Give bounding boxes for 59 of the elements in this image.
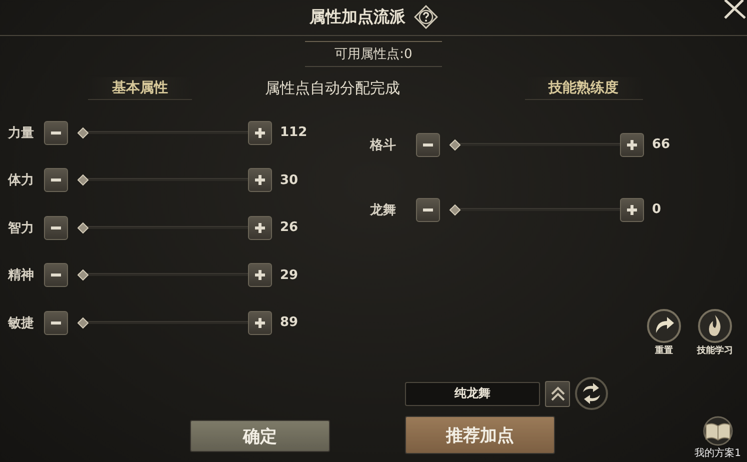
status-message: 属性点自动分配完成 (265, 78, 400, 98)
plus-icon (253, 220, 267, 235)
plus-button[interactable] (248, 216, 272, 240)
plus-icon (253, 126, 267, 140)
book-icon (700, 416, 735, 446)
my-plan-button[interactable]: 我的方案1 (694, 416, 741, 460)
window-title: 属性加点流派 (310, 6, 406, 28)
stat-label: 精神 (8, 267, 35, 284)
plus-button[interactable] (248, 310, 272, 335)
stat-label: 力量 (8, 124, 35, 142)
section-header: 基本属性 (88, 76, 192, 100)
stat-value: 89 (280, 315, 300, 330)
plus-icon (253, 316, 267, 330)
slider-thumb[interactable] (77, 222, 89, 234)
minus-button[interactable] (44, 168, 68, 192)
flame-icon (698, 309, 732, 344)
plus-icon (625, 138, 639, 152)
plus-icon (625, 202, 639, 217)
stat-value: 30 (280, 172, 300, 188)
plus-button[interactable] (248, 263, 272, 288)
help-icon[interactable] (414, 5, 438, 30)
action-button[interactable]: 技能学习 (697, 309, 733, 358)
minus-button[interactable] (44, 120, 68, 145)
stat-label: 龙舞 (370, 202, 397, 219)
stat-value: 29 (280, 268, 300, 283)
section-header: 技能熟练度 (524, 76, 642, 100)
plus-button[interactable] (620, 132, 644, 157)
stat-label: 敏捷 (8, 314, 35, 332)
slider-thumb[interactable] (77, 127, 89, 139)
recommend-button[interactable]: 推荐加点 (405, 416, 555, 454)
confirm-button[interactable]: 确定 (190, 420, 330, 452)
stat-value: 26 (280, 220, 300, 236)
chevron-up-icon (550, 384, 566, 403)
slider-thumb[interactable] (77, 174, 89, 186)
action-button[interactable]: 重置 (647, 309, 681, 358)
plus-icon (253, 173, 267, 188)
slider-thumb[interactable] (77, 317, 89, 329)
slider-thumb[interactable] (449, 204, 461, 216)
minus-button[interactable] (416, 198, 440, 222)
plus-button[interactable] (620, 198, 644, 222)
stat-label: 智力 (8, 220, 35, 237)
stat-value: 112 (280, 125, 308, 140)
available-points: 可用属性点:0 (304, 41, 442, 68)
stat-label: 格斗 (370, 136, 397, 154)
refresh-icon[interactable] (575, 377, 608, 410)
stat-value: 66 (652, 137, 672, 152)
expand-button[interactable] (545, 380, 570, 407)
minus-button[interactable] (44, 216, 68, 240)
stat-label: 体力 (8, 172, 35, 190)
minus-button[interactable] (44, 310, 68, 335)
plan-field[interactable]: 纯龙舞 (405, 382, 540, 406)
slider-thumb[interactable] (449, 139, 461, 151)
plus-icon (253, 268, 267, 282)
minus-button[interactable] (44, 263, 68, 288)
plus-button[interactable] (248, 120, 272, 145)
plus-button[interactable] (248, 168, 272, 192)
stat-value: 0 (652, 202, 662, 218)
minus-button[interactable] (416, 132, 440, 157)
slider-thumb[interactable] (77, 270, 89, 282)
